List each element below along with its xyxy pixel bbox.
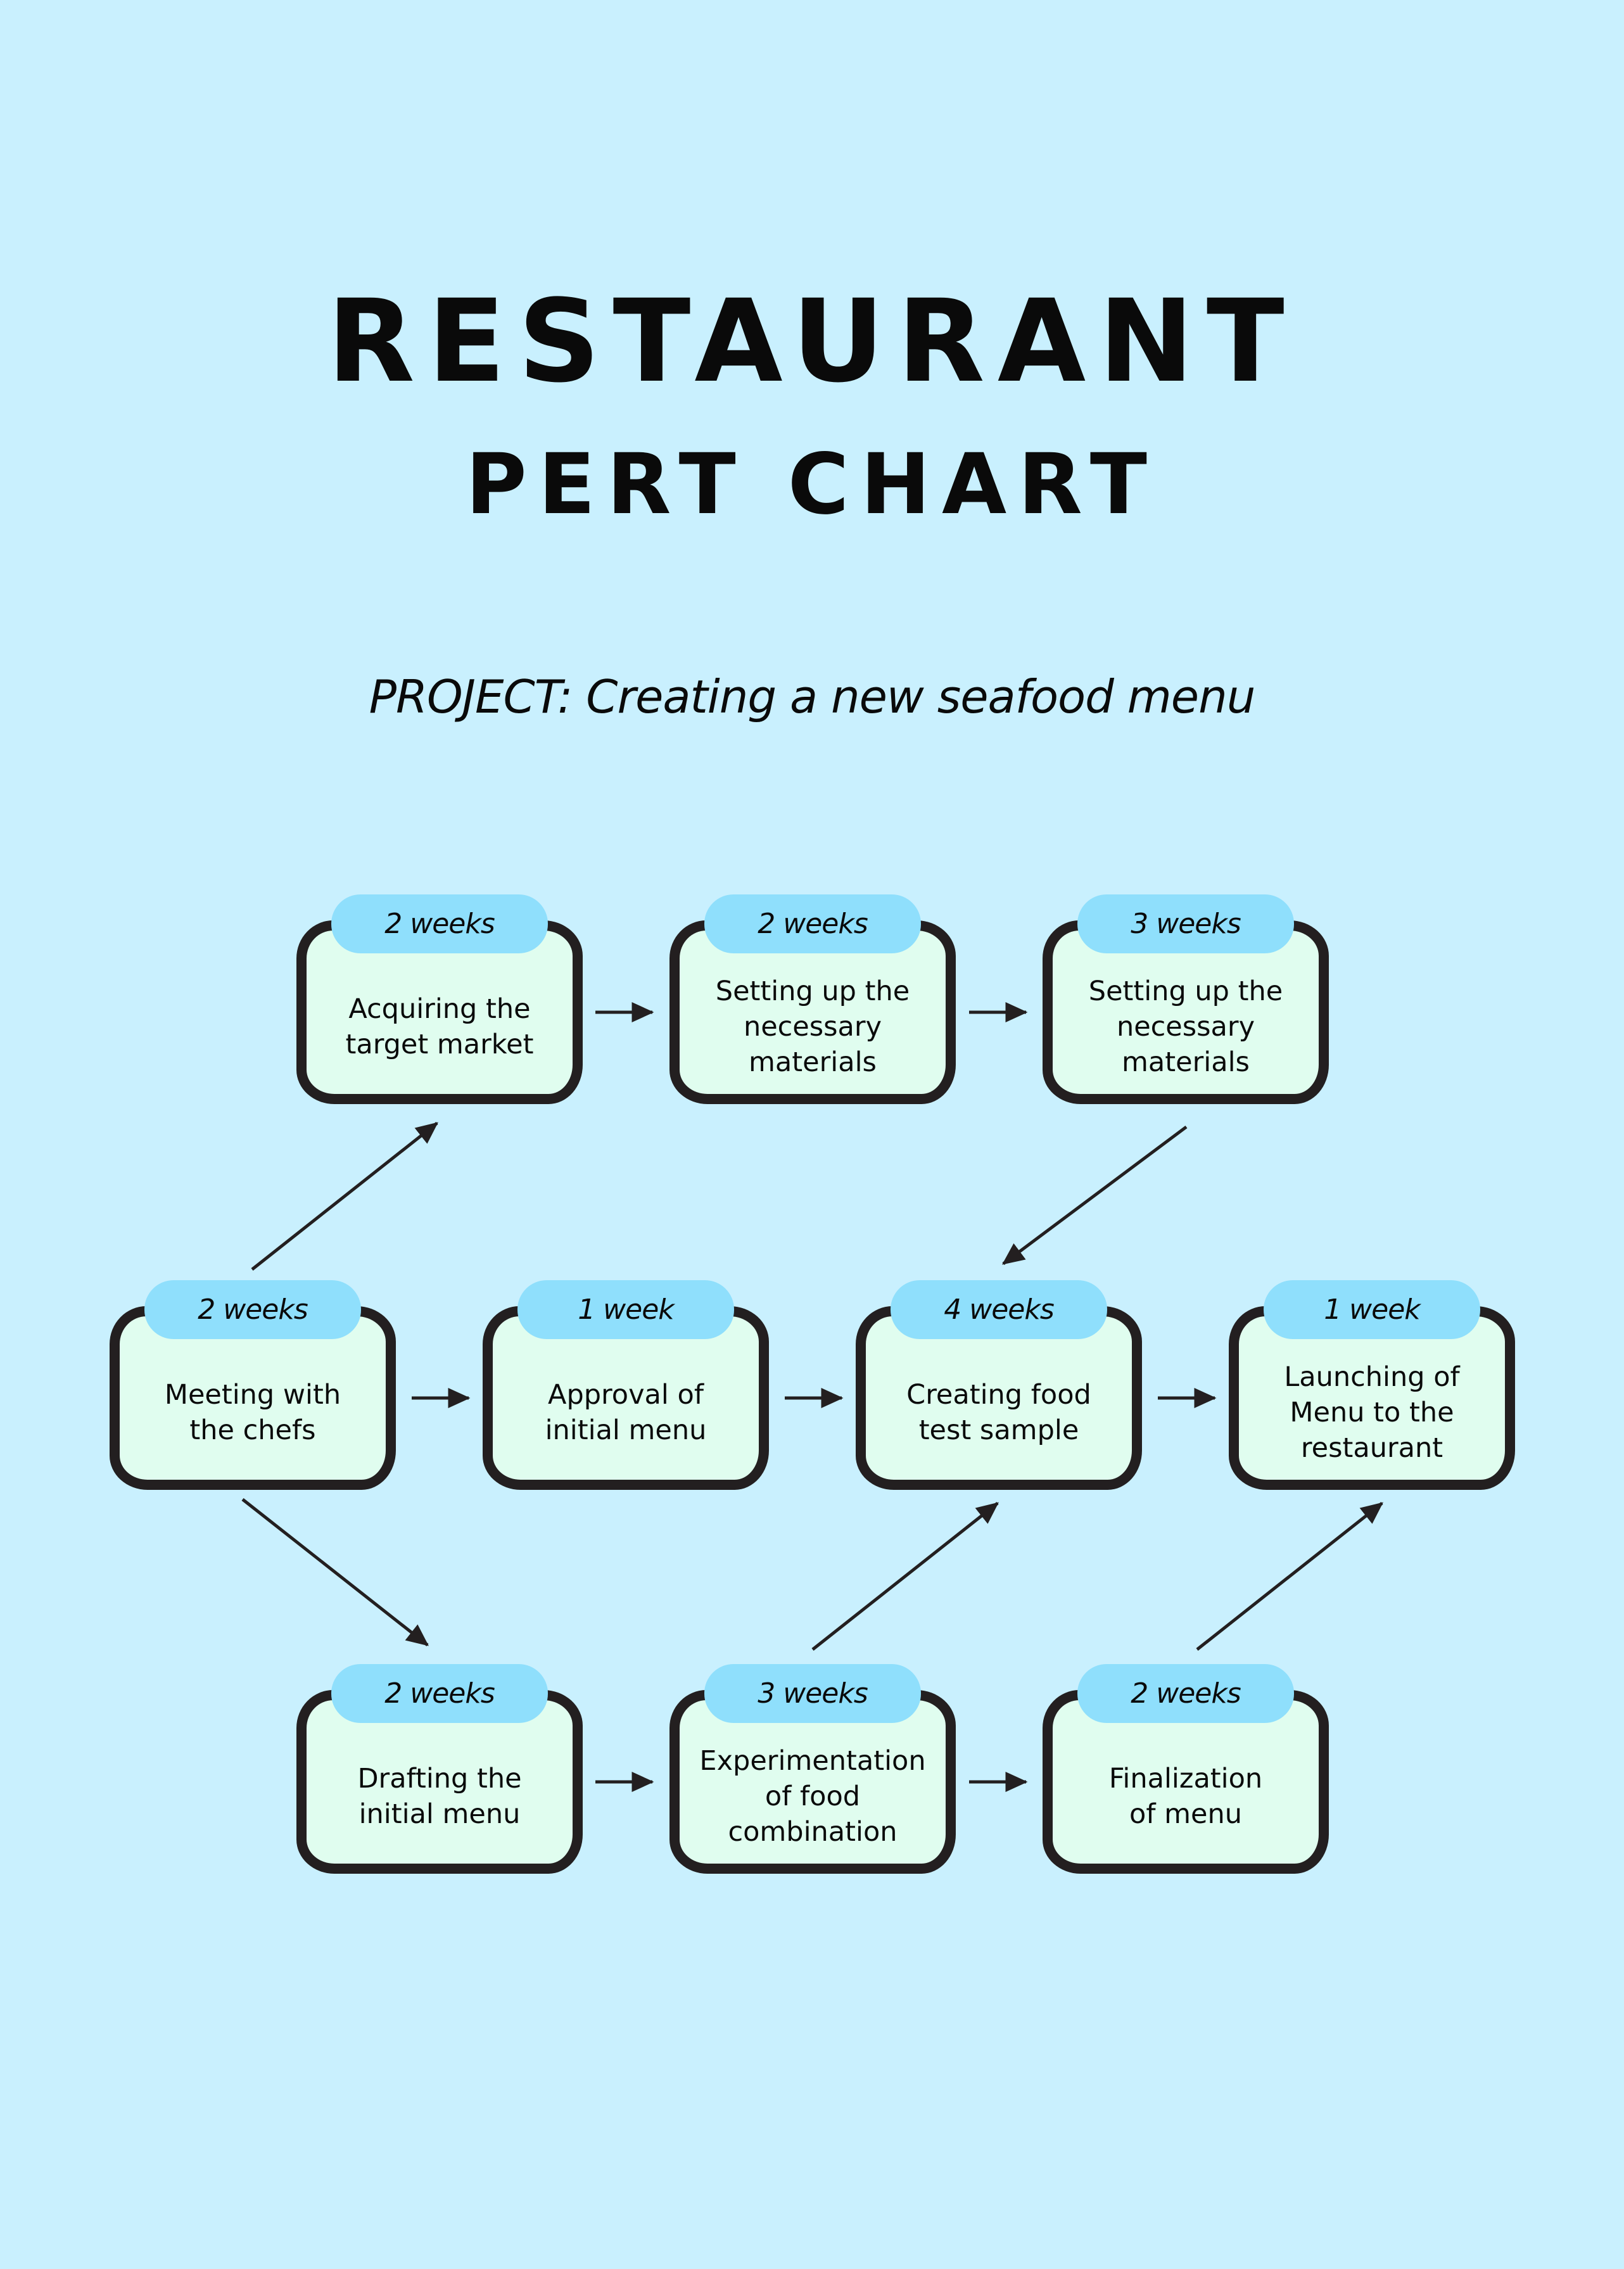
task-label: Setting up the necessary materials: [1088, 976, 1283, 1078]
node-launching: Launching of Menu to the restaurant 1 we…: [1229, 1280, 1515, 1490]
duration-badge: 2 weeks: [331, 894, 548, 953]
duration-badge: 2 weeks: [1077, 1664, 1294, 1723]
task-label: Setting up the necessary materials: [715, 976, 910, 1078]
arrow-meeting-to-drafting: [241, 1498, 429, 1646]
duration-badge: 2 weeks: [704, 894, 921, 953]
node-creating: Creating food test sample 4 weeks: [856, 1280, 1142, 1490]
arrow-finalization-to-launching: [1196, 1502, 1383, 1651]
node-setting-up-2: Setting up the necessary materials 3 wee…: [1043, 894, 1329, 1104]
task-label: Approval of initial menu: [545, 1379, 707, 1446]
task-label: Meeting with the chefs: [164, 1379, 341, 1446]
task-label: Drafting the initial menu: [357, 1763, 522, 1830]
node-acquiring: Acquiring the target market 2 weeks: [296, 894, 583, 1104]
node-setting-up-1: Setting up the necessary materials 2 wee…: [669, 894, 956, 1104]
task-label: Experimentation of food combination: [699, 1745, 926, 1848]
task-label: Creating food test sample: [906, 1379, 1091, 1446]
node-finalization: Finalization of menu 2 weeks: [1043, 1664, 1329, 1874]
project-description: PROJECT: Creating a new seafood menu: [369, 670, 1256, 723]
arrow-experimentation-to-creating: [811, 1502, 999, 1651]
duration-badge: 1 week: [1264, 1280, 1480, 1339]
task-label: Launching of Menu to the restaurant: [1284, 1361, 1460, 1464]
node-meeting: Meeting with the chefs 2 weeks: [110, 1280, 396, 1490]
task-label: Finalization of menu: [1108, 1763, 1263, 1830]
page-subtitle: PERT CHART: [466, 436, 1158, 533]
arrow-setting-up-2-to-creating: [1001, 1125, 1188, 1266]
duration-badge: 2 weeks: [144, 1280, 361, 1339]
duration-badge: 2 weeks: [331, 1664, 548, 1723]
node-approval: Approval of initial menu 1 week: [483, 1280, 769, 1490]
page-title: RESTAURANT: [327, 276, 1297, 408]
task-label: Acquiring the target market: [345, 993, 534, 1060]
duration-badge: 3 weeks: [1077, 894, 1294, 953]
duration-badge: 4 weeks: [891, 1280, 1107, 1339]
node-experimentation: Experimentation of food combination 3 we…: [669, 1664, 956, 1874]
node-drafting: Drafting the initial menu 2 weeks: [296, 1664, 583, 1874]
duration-badge: 1 week: [517, 1280, 734, 1339]
duration-badge: 3 weeks: [704, 1664, 921, 1723]
arrow-meeting-to-acquiring: [251, 1122, 438, 1271]
